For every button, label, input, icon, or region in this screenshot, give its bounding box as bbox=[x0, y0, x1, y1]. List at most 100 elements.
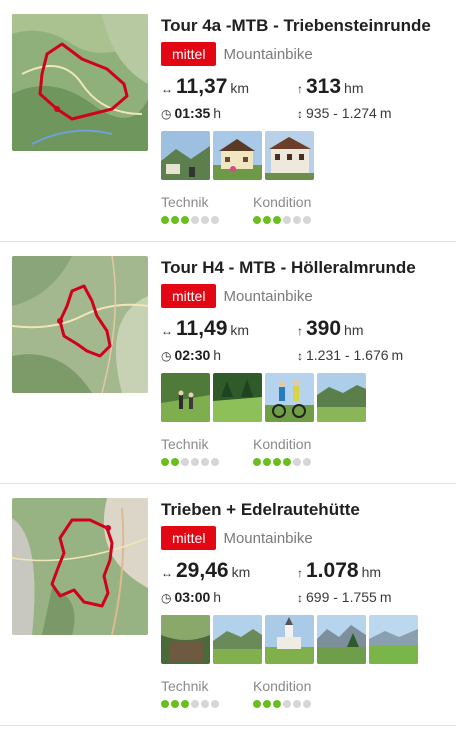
rating-dot-empty bbox=[293, 700, 301, 708]
ascent-stat: ↑ 390 hm bbox=[297, 317, 364, 341]
ascent-value: 313 bbox=[306, 75, 342, 98]
tour-photo[interactable] bbox=[265, 373, 314, 422]
distance-value: 29,46 bbox=[176, 559, 229, 582]
distance-unit: km bbox=[230, 322, 250, 338]
distance-arrows-icon: ↔ bbox=[161, 324, 173, 338]
technik-dots bbox=[161, 216, 221, 224]
ascent-unit: hm bbox=[344, 322, 364, 338]
distance-value: 11,37 bbox=[176, 75, 228, 98]
card-divider bbox=[0, 725, 456, 726]
technik-dots bbox=[161, 700, 221, 708]
rating-dot-empty bbox=[283, 216, 291, 224]
difficulty-badge: mittel bbox=[161, 284, 217, 308]
kondition-dots bbox=[253, 700, 313, 708]
tour-title[interactable]: Tour 4a -MTB - Triebensteinrunde bbox=[161, 14, 450, 38]
altitude-stat: ↕ 699 - 1.755 m bbox=[297, 589, 392, 605]
rating-dot-empty bbox=[293, 458, 301, 466]
rating-dot-filled bbox=[263, 458, 271, 466]
rating-dot-filled bbox=[253, 216, 261, 224]
photo-strip bbox=[161, 373, 450, 422]
duration-stat: ◷ 02:30 h bbox=[161, 347, 221, 363]
kondition-rating: Kondition bbox=[253, 193, 313, 224]
rating-dot-filled bbox=[283, 458, 291, 466]
tour-photo[interactable] bbox=[161, 373, 210, 422]
rating-dot-empty bbox=[191, 700, 199, 708]
tour-card[interactable]: Tour 4a -MTB - Triebensteinrunde mittel … bbox=[0, 0, 456, 242]
technik-dots bbox=[161, 458, 221, 466]
duration-unit: h bbox=[213, 105, 222, 121]
distance-stat: ↔ 29,46 km bbox=[161, 559, 250, 583]
rating-dot-filled bbox=[161, 700, 169, 708]
tour-photo[interactable] bbox=[265, 615, 314, 664]
clock-icon: ◷ bbox=[161, 349, 172, 363]
rating-dot-empty bbox=[303, 700, 311, 708]
distance-stat: ↔ 11,49 km bbox=[161, 317, 249, 341]
duration-stat: ◷ 01:35 h bbox=[161, 105, 221, 121]
rating-dot-empty bbox=[181, 458, 189, 466]
duration-stat: ◷ 03:00 h bbox=[161, 589, 221, 605]
activity-type: Mountainbike bbox=[223, 529, 313, 547]
kondition-dots bbox=[253, 458, 313, 466]
tour-title[interactable]: Trieben + Edelrautehütte bbox=[161, 498, 450, 522]
duration-unit: h bbox=[213, 347, 222, 363]
altitude-range: 699 - 1.755 bbox=[306, 589, 377, 605]
rating-dot-empty bbox=[211, 458, 219, 466]
tour-photo[interactable] bbox=[213, 373, 262, 422]
tour-photo[interactable] bbox=[369, 615, 418, 664]
photo-strip bbox=[161, 131, 450, 180]
ascent-unit: hm bbox=[344, 80, 364, 96]
tour-photo[interactable] bbox=[213, 615, 262, 664]
tour-map-thumbnail[interactable] bbox=[12, 256, 148, 393]
rating-dot-filled bbox=[171, 216, 179, 224]
altitude-range: 1.231 - 1.676 bbox=[306, 347, 389, 363]
ascent-unit: hm bbox=[361, 564, 382, 580]
altitude-stat: ↕ 1.231 - 1.676 m bbox=[297, 347, 403, 363]
rating-dot-filled bbox=[253, 700, 261, 708]
technik-rating: Technik bbox=[161, 435, 221, 466]
rating-dot-filled bbox=[171, 458, 179, 466]
rating-dot-filled bbox=[273, 216, 281, 224]
difficulty-badge: mittel bbox=[161, 42, 217, 66]
altitude-stat: ↕ 935 - 1.274 m bbox=[297, 105, 392, 121]
technik-label: Technik bbox=[161, 194, 209, 210]
distance-arrows-icon: ↔ bbox=[161, 82, 173, 96]
tour-list: Tour 4a -MTB - Triebensteinrunde mittel … bbox=[0, 0, 456, 735]
duration-value: 01:35 bbox=[174, 105, 211, 121]
tour-photo[interactable] bbox=[161, 615, 210, 664]
rating-dot-filled bbox=[253, 458, 261, 466]
kondition-rating: Kondition bbox=[253, 435, 313, 466]
distance-unit: km bbox=[231, 564, 251, 580]
rating-dot-empty bbox=[201, 216, 209, 224]
rating-dot-empty bbox=[283, 700, 291, 708]
rating-dot-filled bbox=[263, 216, 271, 224]
ascent-value: 1.078 bbox=[306, 559, 359, 582]
technik-rating: Technik bbox=[161, 193, 221, 224]
distance-stat: ↔ 11,37 km bbox=[161, 75, 249, 99]
tour-title[interactable]: Tour H4 - MTB - Hölleralmrunde bbox=[161, 256, 450, 280]
rating-dot-empty bbox=[201, 700, 209, 708]
tour-photo[interactable] bbox=[317, 373, 366, 422]
tour-photo[interactable] bbox=[213, 131, 262, 180]
rating-dot-empty bbox=[191, 216, 199, 224]
kondition-label: Kondition bbox=[253, 436, 312, 452]
tour-photo[interactable] bbox=[317, 615, 366, 664]
clock-icon: ◷ bbox=[161, 107, 172, 121]
ascent-stat: ↑ 313 hm bbox=[297, 75, 364, 99]
altitude-range: 935 - 1.274 bbox=[306, 105, 377, 121]
ascent-arrow-icon: ↑ bbox=[297, 566, 303, 580]
tour-map-thumbnail[interactable] bbox=[12, 14, 148, 151]
rating-dot-empty bbox=[303, 216, 311, 224]
rating-dot-empty bbox=[303, 458, 311, 466]
tour-card[interactable]: Trieben + Edelrautehütte mittel Mountain… bbox=[0, 484, 456, 726]
tour-card[interactable]: Tour H4 - MTB - Hölleralmrunde mittel Mo… bbox=[0, 242, 456, 484]
ascent-arrow-icon: ↑ bbox=[297, 324, 303, 338]
distance-arrows-icon: ↔ bbox=[161, 566, 173, 580]
rating-dot-filled bbox=[161, 216, 169, 224]
distance-value: 11,49 bbox=[176, 317, 228, 340]
tour-photo[interactable] bbox=[265, 131, 314, 180]
photo-strip bbox=[161, 615, 450, 664]
altitude-unit: m bbox=[391, 347, 404, 363]
tour-map-thumbnail[interactable] bbox=[12, 498, 148, 635]
ascent-value: 390 bbox=[306, 317, 342, 340]
tour-photo[interactable] bbox=[161, 131, 210, 180]
